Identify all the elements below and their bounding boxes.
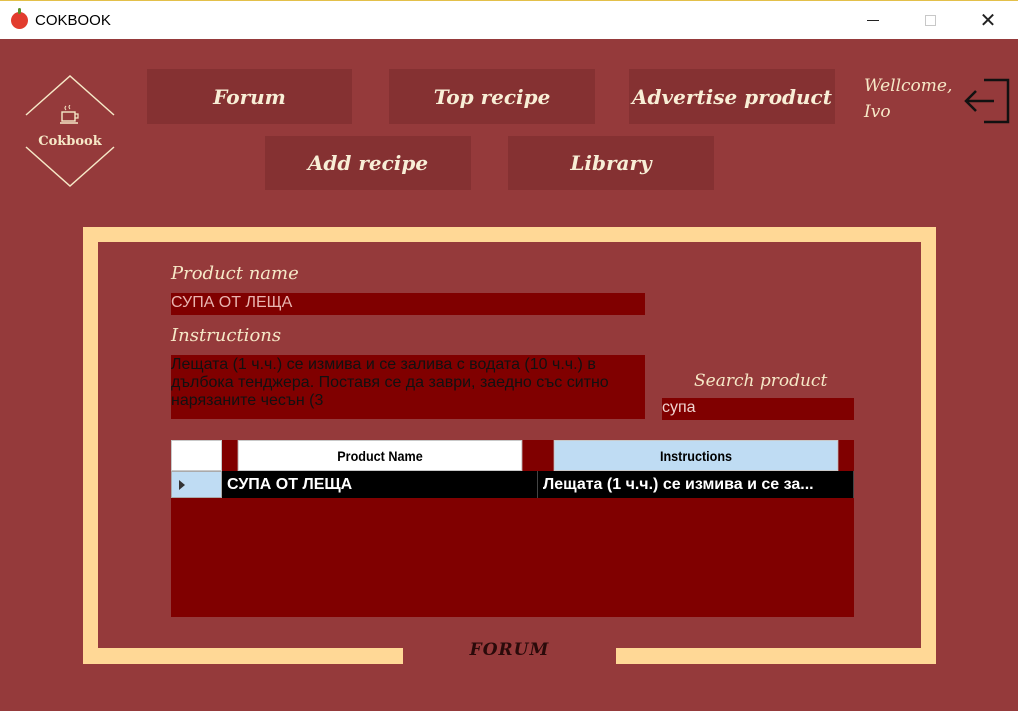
welcome-message: Wellcome, Ivo [864,73,952,125]
advertise-product-button[interactable]: Advertise product [629,69,835,124]
table-header: Product Name Instructions [171,440,854,471]
minimize-button[interactable] [850,1,896,40]
cokbook-logo[interactable]: Cokbook [22,74,118,188]
row-selector[interactable] [171,471,222,498]
window-title: COKBOOK [35,12,111,29]
logout-icon[interactable] [962,76,1012,126]
minimize-icon [867,20,879,21]
search-product-label: Search product [694,371,828,391]
table-row[interactable]: СУПА ОТ ЛЕЩА Лещата (1 ч.ч.) се измива и… [171,471,854,498]
products-table[interactable]: Product Name Instructions СУПА ОТ ЛЕЩА Л… [171,440,854,617]
apple-icon [11,8,28,29]
logo-text: Cokbook [38,134,102,149]
title-bar: COKBOOK ✕ [0,0,1018,39]
frame-bottom-right-border [616,648,936,664]
user-name: Ivo [864,102,891,122]
cell-product-name[interactable]: СУПА ОТ ЛЕЩА [222,471,538,498]
instructions-field[interactable]: Лещата (1 ч.ч.) се измива и се залива с … [171,355,645,419]
row-pointer-icon [179,480,185,490]
app-window: Cokbook Forum Top recipe Advertise produ… [0,39,1018,711]
greeting-text: Wellcome, [864,76,953,96]
frame-bottom-left-border [83,648,403,664]
column-header-product-name[interactable]: Product Name [237,440,523,471]
close-button[interactable]: ✕ [965,1,1011,40]
search-product-input[interactable]: супа [662,398,854,420]
page-caption: FORUM [469,640,550,660]
maximize-icon [924,15,936,26]
maximize-button[interactable] [907,1,953,40]
product-name-field[interactable]: СУПА ОТ ЛЕЩА [171,293,645,315]
add-recipe-button[interactable]: Add recipe [265,136,471,190]
frame-top-border [83,227,936,242]
instructions-label: Instructions [171,325,282,346]
coffee-cup-icon [60,105,79,124]
column-header-instructions[interactable]: Instructions [553,440,839,471]
table-corner-cell [171,440,222,471]
library-button[interactable]: Library [508,136,714,190]
logo-diamond-icon [25,74,115,188]
product-name-label: Product name [171,263,299,284]
frame-right-border [921,227,936,664]
forum-button[interactable]: Forum [147,69,352,124]
cell-instructions[interactable]: Лещата (1 ч.ч.) се измива и се за... [538,471,854,498]
top-recipe-button[interactable]: Top recipe [389,69,595,124]
close-icon: ✕ [979,10,997,32]
frame-left-border [83,227,98,664]
